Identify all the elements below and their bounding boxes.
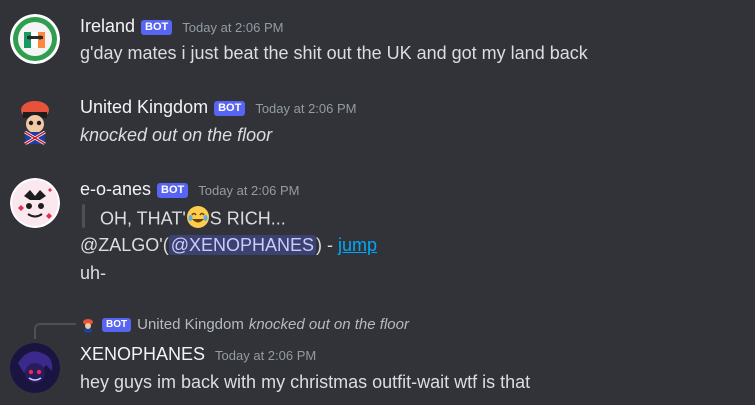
timestamp[interactable]: Today at 2:06 PM — [182, 20, 283, 35]
bot-tag: BOT — [141, 20, 173, 35]
username[interactable]: Ireland — [80, 16, 135, 37]
blockquote-bar — [82, 204, 85, 228]
blockquote-text: OH, THAT' S RICH... — [100, 205, 286, 234]
reply-connector — [34, 323, 76, 339]
message-content: knocked out on the floor — [80, 125, 273, 145]
quote-text-start: OH, THAT' — [100, 208, 186, 229]
united-kingdom-avatar-icon[interactable] — [10, 96, 60, 146]
message-content: uh- — [80, 263, 107, 283]
username[interactable]: XENOPHANES — [80, 344, 205, 365]
zalgo-suffix: ) - — [316, 235, 339, 255]
username[interactable]: United Kingdom — [80, 97, 208, 118]
joy-emoji-icon — [186, 205, 210, 234]
ireland-flag-avatar-icon[interactable] — [10, 14, 60, 64]
user-mention[interactable]: @XENOPHANES — [168, 235, 317, 255]
timestamp[interactable]: Today at 2:06 PM — [198, 183, 299, 198]
quote-text-end: S RICH... — [209, 208, 286, 229]
timestamp[interactable]: Today at 2:06 PM — [255, 101, 356, 116]
jump-link[interactable]: jump — [338, 235, 377, 255]
bot-tag: BOT — [157, 183, 189, 198]
message-content-mention-line: @ZALGO'(@XENOPHANES) - jump — [80, 235, 377, 256]
message-content: g'day mates i just beat the shit out the… — [80, 43, 588, 63]
reply-text: knocked out on the floor — [248, 316, 409, 333]
message-content: hey guys im back with my christmas outfi… — [80, 372, 531, 392]
reply-bot-tag: BOT — [102, 317, 132, 332]
username[interactable]: e-o-anes — [80, 179, 151, 200]
chat-message-list: Ireland BOT Today at 2:06 PM g'day mates… — [0, 0, 755, 405]
reply-preview[interactable]: BOT United Kingdom knocked out on the fl… — [80, 316, 409, 333]
timestamp[interactable]: Today at 2:06 PM — [215, 348, 316, 363]
xenophanes-avatar-icon[interactable] — [10, 343, 60, 393]
reply-username[interactable]: United Kingdom — [137, 316, 244, 333]
bot-tag: BOT — [214, 101, 246, 116]
united-kingdom-reply-avatar-icon — [80, 316, 96, 333]
e-o-anes-avatar-icon[interactable] — [10, 178, 60, 228]
zalgo-prefix: @ZALGO'( — [80, 235, 169, 255]
